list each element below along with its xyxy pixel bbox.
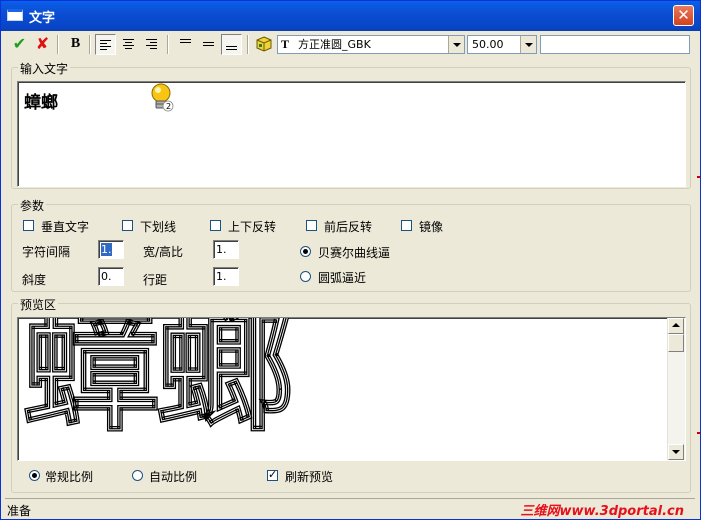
flip-vertical-label: 上下反转 bbox=[228, 220, 277, 234]
align-center-button[interactable] bbox=[118, 34, 139, 55]
valign-top-button[interactable] bbox=[175, 34, 196, 55]
font-settings-button[interactable] bbox=[253, 34, 274, 55]
cube-icon bbox=[256, 36, 271, 52]
scroll-down-arrow-icon[interactable] bbox=[668, 444, 684, 460]
auto-scale-radio[interactable] bbox=[132, 470, 143, 481]
slant-label: 斜度 bbox=[22, 273, 47, 287]
arc-approx-radio[interactable] bbox=[300, 271, 311, 282]
svg-text:2: 2 bbox=[166, 102, 171, 111]
aspect-ratio-label: 宽/高比 bbox=[143, 245, 184, 259]
input-text-value: 蟑螂 bbox=[24, 93, 58, 113]
preview-scrollbar[interactable] bbox=[667, 318, 685, 460]
mirror-label: 镜像 bbox=[419, 220, 444, 234]
flip-horizontal-label: 前后反转 bbox=[324, 220, 373, 234]
flip-horizontal-checkbox[interactable] bbox=[306, 220, 317, 231]
font-select[interactable]: T 方正准圆_GBK bbox=[277, 35, 465, 54]
bezier-label: 贝赛尔曲线逼 bbox=[318, 246, 391, 260]
window-icon bbox=[7, 9, 23, 21]
align-right-icon bbox=[146, 37, 157, 51]
title-bar[interactable]: 文字 ✕ bbox=[1, 1, 700, 31]
vertical-text-checkbox[interactable] bbox=[23, 220, 34, 231]
underline-label: 下划线 bbox=[140, 220, 177, 234]
toolbar: ✔ ✘ B T 方正准圆_GBK 50.00 bbox=[5, 34, 695, 56]
valign-middle-icon bbox=[203, 40, 214, 48]
text-dialog: 文字 ✕ ✔ ✘ B T 方正准圆_GBK 50.00 输入文字 蟑螂 2 参数… bbox=[0, 0, 701, 520]
mirror-checkbox[interactable] bbox=[401, 220, 412, 231]
scroll-thumb[interactable] bbox=[668, 334, 684, 352]
char-spacing-label: 字符间隔 bbox=[22, 245, 71, 259]
font-size-select[interactable]: 50.00 bbox=[467, 35, 537, 54]
lightbulb-icon[interactable]: 2 bbox=[148, 82, 174, 114]
input-text-group-label: 输入文字 bbox=[18, 60, 71, 77]
arc-approx-label: 圆弧逼近 bbox=[318, 271, 367, 285]
params-group-label: 参数 bbox=[18, 197, 47, 214]
valign-middle-button[interactable] bbox=[198, 34, 219, 55]
font-size-value: 50.00 bbox=[472, 38, 504, 51]
vertical-text-label: 垂直文字 bbox=[41, 220, 90, 234]
align-right-button[interactable] bbox=[141, 34, 162, 55]
align-center-icon bbox=[123, 37, 134, 51]
align-left-button[interactable] bbox=[95, 34, 116, 55]
flip-vertical-checkbox[interactable] bbox=[210, 220, 221, 231]
watermark: 三维网www.3dportal.cn bbox=[520, 504, 684, 519]
aspect-ratio-input[interactable]: 1. bbox=[213, 240, 239, 259]
chevron-down-icon[interactable] bbox=[448, 36, 464, 53]
truetype-icon: T bbox=[281, 37, 290, 51]
underline-checkbox[interactable] bbox=[122, 220, 133, 231]
bezier-radio[interactable] bbox=[300, 246, 311, 257]
status-text: 准备 bbox=[7, 504, 32, 518]
extra-input[interactable] bbox=[540, 35, 690, 54]
valign-bottom-icon bbox=[226, 44, 237, 52]
close-button[interactable]: ✕ bbox=[673, 5, 694, 26]
normal-scale-radio[interactable] bbox=[29, 470, 40, 481]
bold-button[interactable]: B bbox=[65, 34, 86, 55]
preview-group-label: 预览区 bbox=[18, 296, 59, 313]
valign-bottom-button[interactable] bbox=[221, 34, 242, 55]
line-spacing-label: 行距 bbox=[143, 273, 168, 287]
window-title: 文字 bbox=[29, 11, 56, 26]
font-select-value: 方正准圆_GBK bbox=[298, 38, 371, 51]
edge-mark bbox=[697, 176, 700, 178]
refresh-preview-checkbox[interactable] bbox=[267, 468, 278, 481]
auto-scale-label: 自动比例 bbox=[149, 470, 198, 484]
align-left-icon bbox=[100, 38, 111, 52]
scroll-up-arrow-icon[interactable] bbox=[668, 318, 684, 334]
normal-scale-label: 常规比例 bbox=[45, 470, 94, 484]
confirm-checkmark-icon[interactable]: ✔ bbox=[9, 34, 30, 55]
valign-top-icon bbox=[180, 37, 191, 45]
refresh-preview-label: 刷新预览 bbox=[285, 470, 334, 484]
edge-mark bbox=[697, 432, 700, 434]
preview-area[interactable]: 蟑螂 bbox=[17, 317, 686, 461]
line-spacing-input[interactable]: 1. bbox=[213, 267, 239, 286]
chevron-down-icon[interactable] bbox=[520, 36, 536, 53]
preview-text: 蟑螂 bbox=[21, 317, 294, 451]
text-input-area[interactable]: 蟑螂 2 bbox=[17, 81, 686, 187]
slant-input[interactable]: 0. bbox=[98, 267, 124, 286]
cancel-x-icon[interactable]: ✘ bbox=[32, 34, 53, 55]
char-spacing-value: 1. bbox=[101, 243, 112, 256]
char-spacing-input[interactable]: 1. bbox=[98, 240, 124, 259]
